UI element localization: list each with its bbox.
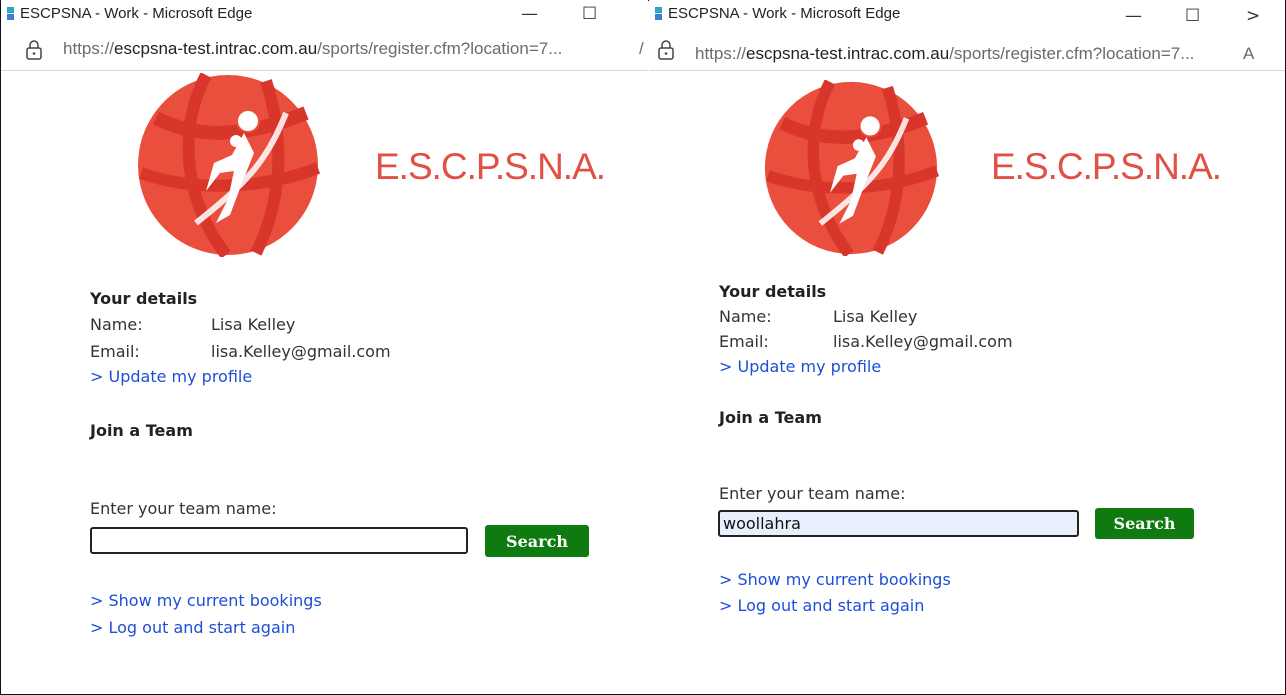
lock-icon[interactable] <box>657 39 675 61</box>
team-name-input[interactable] <box>90 527 468 554</box>
email-value: lisa.Kelley@gmail.com <box>833 332 1013 351</box>
logout-link[interactable]: > Log out and start again <box>719 596 924 615</box>
maximize-icon[interactable]: ☐ <box>582 4 597 24</box>
email-label: Email: <box>90 342 140 361</box>
url-host: escpsna-test.intrac.com.au <box>746 44 950 63</box>
window-title: ESCPSNA - Work - Microsoft Edge <box>20 5 253 22</box>
url-text[interactable]: https://escpsna-test.intrac.com.au/sport… <box>695 44 1194 64</box>
name-value: Lisa Kelley <box>833 307 918 326</box>
minimize-icon[interactable]: — <box>521 4 538 24</box>
url-overflow: A <box>1243 44 1255 63</box>
your-details-heading: Your details <box>719 282 827 301</box>
team-name-prompt: Enter your team name: <box>90 499 277 518</box>
name-value: Lisa Kelley <box>211 315 296 334</box>
team-name-input[interactable] <box>718 510 1079 537</box>
close-icon[interactable]: > <box>1246 6 1260 26</box>
url-host: escpsna-test.intrac.com.au <box>114 39 318 58</box>
title-bar: ESCPSNA - Work - Microsoft Edge — ☐ <box>1 0 648 34</box>
netball-logo <box>138 73 320 257</box>
browser-window-left: ESCPSNA - Work - Microsoft Edge — ☐ http… <box>1 0 648 693</box>
update-profile-link[interactable]: > Update my profile <box>719 357 881 376</box>
join-team-heading: Join a Team <box>90 421 193 440</box>
url-path: /sports/register.cfm?location=7... <box>949 44 1195 63</box>
name-label: Name: <box>90 315 143 334</box>
team-name-prompt: Enter your team name: <box>719 484 906 503</box>
your-details-heading: Your details <box>90 289 198 308</box>
email-label: Email: <box>719 332 769 351</box>
email-value: lisa.Kelley@gmail.com <box>211 342 391 361</box>
url-overflow: / <box>639 39 644 58</box>
join-team-heading: Join a Team <box>719 408 822 427</box>
edge-app-icon <box>655 7 662 20</box>
lock-icon[interactable] <box>25 39 43 61</box>
address-bar[interactable]: https://escpsna-test.intrac.com.au/sport… <box>1 34 648 71</box>
edge-app-icon <box>7 7 14 20</box>
address-bar[interactable]: https://escpsna-test.intrac.com.au/sport… <box>649 34 1285 71</box>
logout-link[interactable]: > Log out and start again <box>90 618 295 637</box>
show-bookings-link[interactable]: > Show my current bookings <box>719 570 951 589</box>
minimize-icon[interactable]: — <box>1125 6 1142 26</box>
browser-window-right: ESCPSNA - Work - Microsoft Edge — ☐ > ht… <box>649 0 1285 693</box>
search-button[interactable]: Search <box>485 525 589 557</box>
name-label: Name: <box>719 307 772 326</box>
url-path: /sports/register.cfm?location=7... <box>317 39 563 58</box>
maximize-icon[interactable]: ☐ <box>1185 6 1200 26</box>
show-bookings-link[interactable]: > Show my current bookings <box>90 591 322 610</box>
search-button[interactable]: Search <box>1095 508 1194 539</box>
brand-name: E.S.C.P.S.N.A. <box>375 146 606 187</box>
title-bar: ESCPSNA - Work - Microsoft Edge — ☐ > <box>649 0 1285 34</box>
update-profile-link[interactable]: > Update my profile <box>90 367 252 386</box>
url-text[interactable]: https://escpsna-test.intrac.com.au/sport… <box>63 39 562 59</box>
brand-name: E.S.C.P.S.N.A. <box>991 146 1222 187</box>
url-scheme: https:// <box>63 39 115 58</box>
netball-logo <box>764 80 939 256</box>
url-scheme: https:// <box>695 44 747 63</box>
window-title: ESCPSNA - Work - Microsoft Edge <box>668 5 901 22</box>
